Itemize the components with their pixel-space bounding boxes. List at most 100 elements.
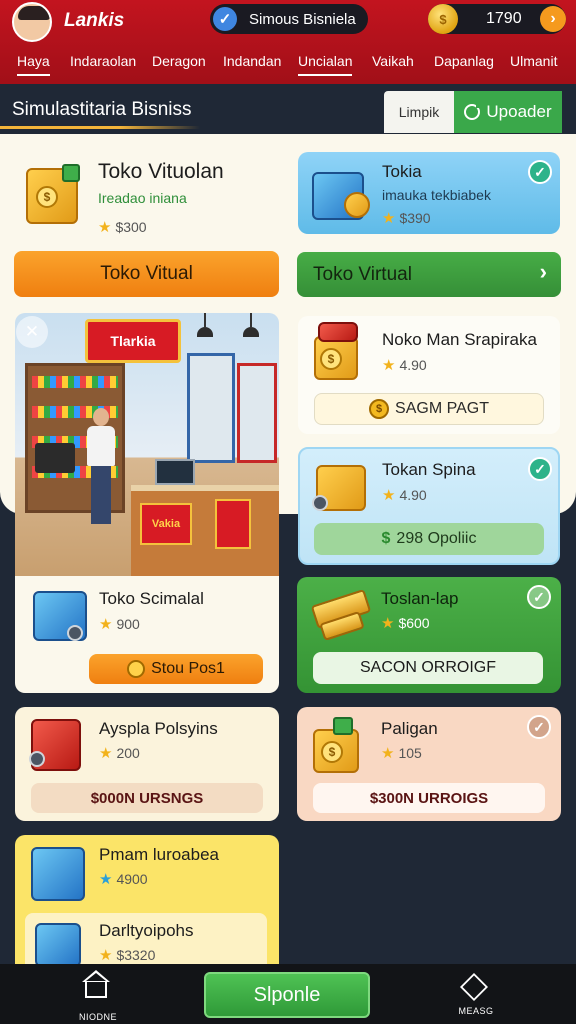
red-tag-icon	[318, 322, 358, 342]
tab-indaraolan[interactable]: Indaraolan	[70, 53, 136, 69]
cube-icon	[459, 972, 489, 1002]
wheel-icon	[67, 625, 83, 641]
monitor-icon	[155, 459, 195, 485]
home-icon	[82, 970, 111, 1008]
cash-icon	[62, 164, 80, 182]
urosngs-button[interactable]: $000N URSNGS	[31, 783, 263, 813]
star-icon: ★	[381, 615, 395, 632]
card-title: Ayspla Polsyins	[99, 719, 218, 738]
shop-card-noko[interactable]: $ Noko Man Srapiraka ★ 4.90 $ SAGM PAGT	[298, 316, 560, 434]
card-rating: ★ 200	[99, 745, 140, 762]
sagm-pagt-label: SAGM PAGT	[395, 400, 489, 417]
card-title: Paligan	[381, 719, 438, 738]
shopkeeper	[85, 408, 115, 528]
section-title: Simulastitaria Bisniss	[12, 99, 192, 120]
coin-icon: $	[428, 4, 458, 34]
promo-card[interactable]: Tokia imauka tekbiabek ★ $390 ✓	[298, 152, 560, 234]
nav-home-label: NIODNE	[78, 1012, 117, 1022]
tab-haya[interactable]: Haya	[17, 53, 50, 76]
card-rating: ★ 4900	[99, 871, 148, 888]
tab-vaikah[interactable]: Vaikah	[372, 53, 414, 69]
nav-messages[interactable]: MEASG	[436, 972, 516, 1016]
blue-box-icon	[31, 847, 85, 901]
wheel-icon	[29, 751, 45, 767]
dollar-icon: $	[381, 530, 391, 547]
star-icon: ★	[99, 616, 113, 633]
coin-icon: $	[369, 399, 390, 419]
featured-price: ★ $300	[98, 219, 147, 236]
star-icon: ★	[382, 210, 396, 227]
coin-icon	[344, 192, 370, 218]
check-badge-icon: ✓	[528, 457, 552, 481]
promo-title: Tokia	[382, 162, 422, 181]
shop-sign: Tlarkia	[85, 319, 181, 363]
tab-uncialan[interactable]: Uncialan	[298, 53, 353, 76]
close-icon[interactable]: ✕	[16, 316, 48, 348]
sagm-pagt-button[interactable]: $ SAGM PAGT	[314, 393, 544, 425]
card-title: Pmam luroabea	[99, 845, 220, 864]
toko-virtual-button[interactable]: Toko Virtual ›	[297, 252, 561, 297]
chevron-right-icon[interactable]: ›	[540, 6, 566, 32]
card-rating: ★ 105	[381, 745, 422, 762]
tab-indandan[interactable]: Indandan	[223, 53, 281, 69]
shop-card-paligan[interactable]: $ Paligan ★ 105 ✓ $300N URROIGS	[297, 707, 561, 821]
shop-card[interactable]: Tlarkia Vakia Toko Scimalal ★ 900 Stou Po…	[15, 313, 279, 693]
cash-icon	[333, 717, 353, 735]
tab-deragon[interactable]: Deragon	[152, 53, 206, 69]
star-icon: ★	[99, 745, 113, 762]
shop-card-ayspla[interactable]: Ayspla Polsyins ★ 200 $000N URSNGS	[15, 707, 279, 821]
card-title: Toslan-lap	[381, 589, 459, 608]
verified-check-icon: ✓	[213, 7, 237, 31]
opoliic-button[interactable]: $ 298 Opoliic	[314, 523, 544, 555]
stou-pos-button[interactable]: Stou Pos1	[89, 654, 263, 684]
toggle-limpik[interactable]: Limpik	[384, 91, 454, 133]
shop-card-pmam[interactable]: Pmam luroabea ★ 4900 Darltyoipohs ★ $3320	[15, 835, 279, 975]
check-badge-icon: ✓	[527, 585, 551, 609]
app-name: Lankis	[64, 10, 125, 31]
star-icon: ★	[99, 947, 113, 964]
star-icon: ★	[382, 357, 396, 374]
status-pill[interactable]: ✓ Simous Bisniela	[210, 4, 368, 34]
center-action-button[interactable]: Slponle	[204, 972, 370, 1018]
gold-box-icon: $	[314, 336, 358, 380]
fridge	[237, 363, 277, 463]
upload-button[interactable]: Upoader	[454, 91, 562, 133]
category-tabs: Haya Indaraolan Deragon Indandan Unciala…	[0, 50, 576, 80]
star-icon: ★	[382, 487, 396, 504]
refresh-icon	[464, 103, 482, 120]
wheel-icon	[312, 495, 328, 511]
shop-card-title: Toko Scimalal	[99, 589, 204, 608]
tab-ulmanit[interactable]: Ulmanit	[510, 53, 557, 69]
stou-pos-label: Stou Pos1	[151, 660, 225, 677]
urroigs-button[interactable]: $300N URROIGS	[313, 783, 545, 813]
tab-dapanlag[interactable]: Dapanlag	[434, 53, 494, 69]
lamp-icon	[197, 313, 213, 339]
lamp-icon	[243, 313, 259, 339]
shop-card-price: ★ 900	[99, 616, 140, 633]
shop-illustration: Tlarkia Vakia	[15, 313, 279, 576]
shop-card-toslan[interactable]: Toslan-lap ★ $600 ✓ SACON ORROIGF	[297, 577, 561, 693]
nav-home[interactable]: NIODNE	[58, 970, 138, 1022]
card-title: Tokan Spina	[382, 460, 476, 479]
star-icon: ★	[99, 871, 113, 888]
featured-subtitle: Ireadao iniana	[98, 190, 187, 206]
status-text: Simous Bisniela	[249, 10, 356, 28]
shop-card-tokan[interactable]: Tokan Spina ★ 4.90 ✓ $ 298 Opoliic	[298, 447, 560, 565]
card-rating: ★ 4.90	[382, 357, 427, 374]
section-underline	[0, 126, 200, 129]
featured-title: Toko Vituolan	[98, 160, 224, 183]
toko-vitual-button[interactable]: Toko Vitual	[14, 251, 279, 297]
coin-balance[interactable]: $ 1790 ›	[428, 4, 566, 34]
check-badge-icon: ✓	[528, 160, 552, 184]
nav-messages-label: MEASG	[458, 1006, 494, 1016]
upload-label: Upoader	[486, 102, 552, 121]
sub-card-title: Darltyoipohs	[99, 921, 194, 940]
blue-box-icon	[35, 923, 81, 967]
fridge	[187, 353, 235, 463]
avatar[interactable]	[12, 2, 52, 42]
sacon-button[interactable]: SACON ORROIGF	[313, 652, 543, 684]
card-rating: ★ $600	[381, 615, 430, 632]
star-icon: ★	[381, 745, 395, 762]
chevron-right-icon: ›	[539, 259, 547, 284]
printer-icon	[35, 443, 75, 473]
